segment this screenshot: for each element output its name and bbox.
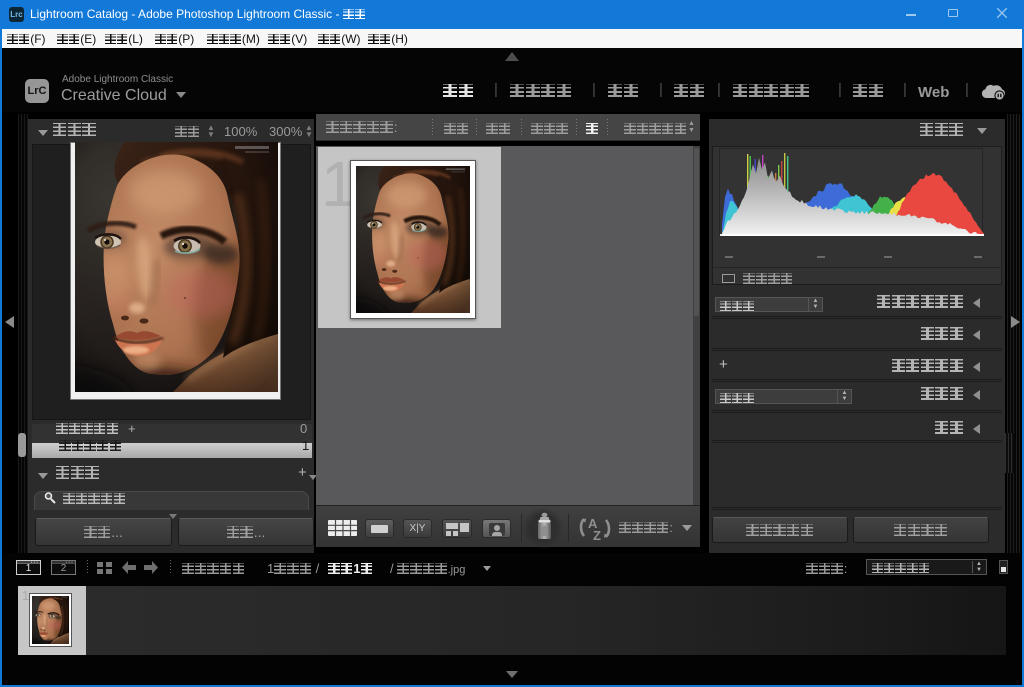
svg-text:Z: Z [593, 528, 601, 542]
